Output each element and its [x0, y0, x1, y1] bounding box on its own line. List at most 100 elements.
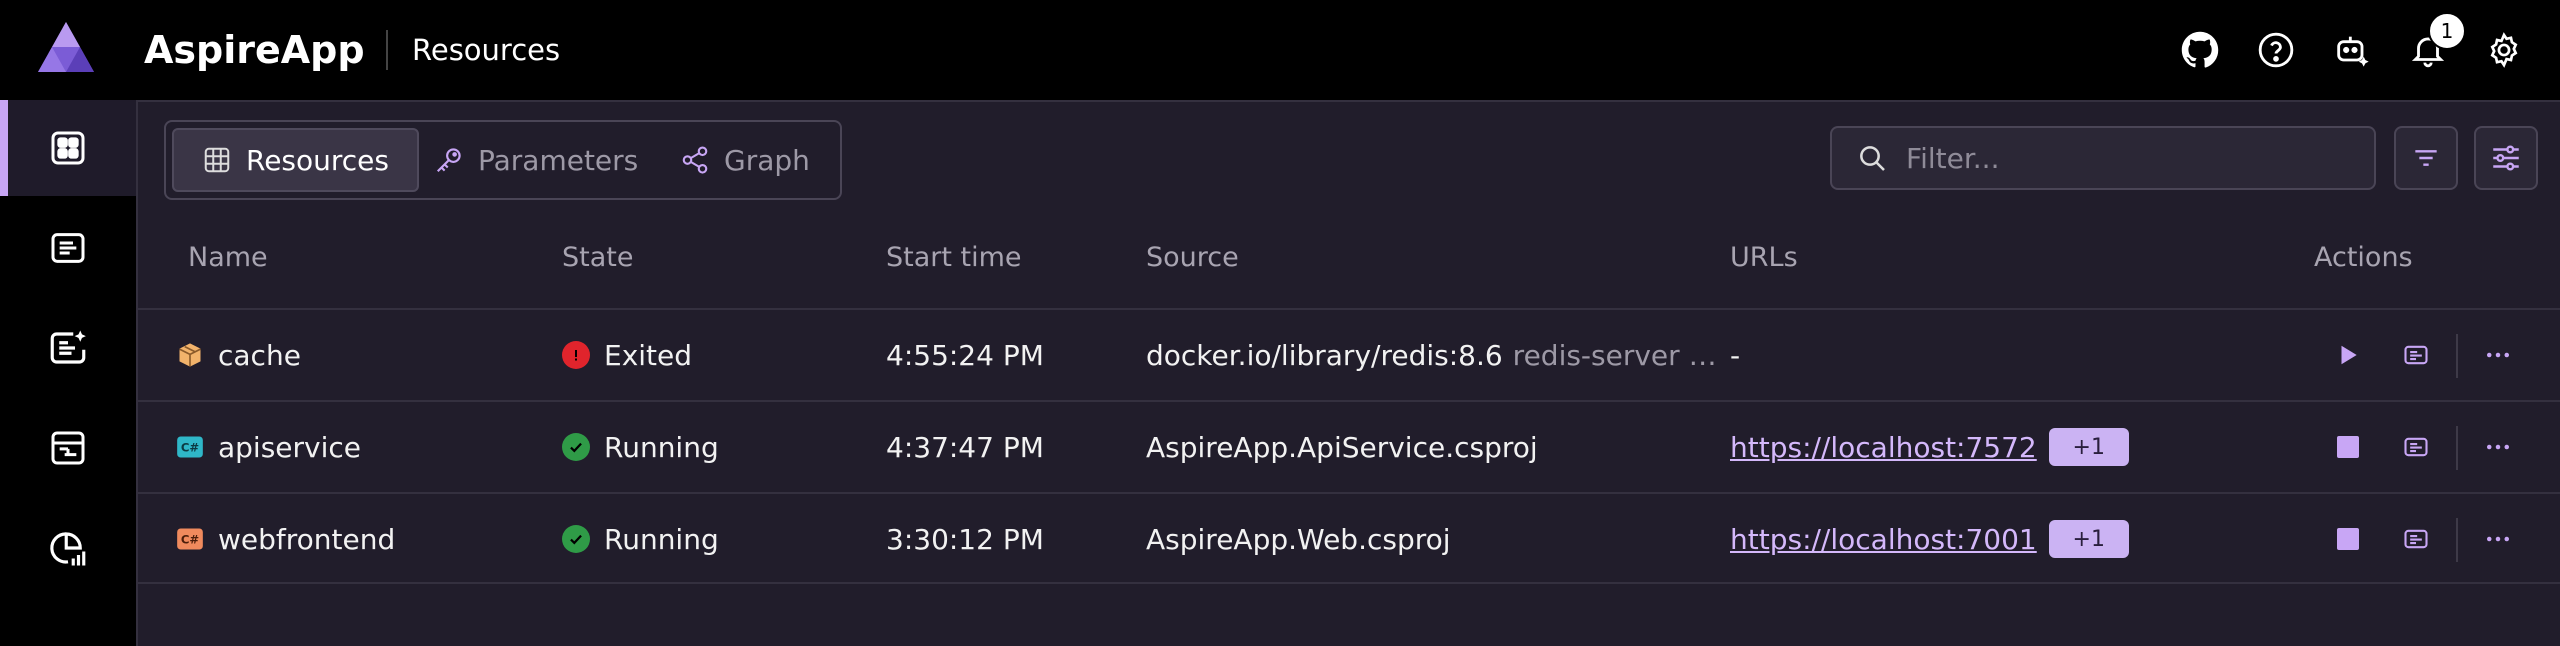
filter-box [1830, 126, 2376, 190]
state-cell: Running [562, 402, 719, 492]
tab-label: Resources [246, 143, 389, 177]
stop-icon [2337, 436, 2359, 458]
urls-cell: https://localhost:7572 +1 [1730, 402, 2129, 492]
console-logs-button[interactable] [2394, 310, 2438, 400]
console-logs-button[interactable] [2394, 494, 2438, 584]
sidebar [0, 100, 136, 646]
svg-text:C#: C# [181, 533, 199, 547]
csharp-project-icon: C# [177, 436, 203, 458]
ellipsis-icon [2487, 444, 2509, 450]
resource-name[interactable]: apiservice [218, 431, 361, 464]
app-title[interactable]: AspireApp [144, 24, 365, 76]
help-icon[interactable] [2254, 28, 2298, 72]
resource-name-cell: C# apiservice [176, 402, 361, 492]
table-row[interactable]: cache Exited 4:55:24 PM docker.io/librar… [138, 308, 2560, 400]
source-text: docker.io/library/redis:8.6 [1146, 338, 1503, 372]
app-header: AspireApp Resources 1 [0, 0, 2560, 100]
tab-parameters[interactable]: Parameters [406, 128, 666, 192]
resources-panel: Resources Parameters Graph Name State St… [136, 100, 2560, 646]
state-cell: Running [562, 494, 719, 584]
sidebar-item-metrics[interactable] [0, 500, 136, 596]
source-cell: docker.io/library/redis:8.6 redis-server… [1146, 310, 1717, 400]
console-logs-icon [2404, 345, 2428, 365]
action-divider [2456, 518, 2458, 562]
source-cell: AspireApp.ApiService.csproj [1146, 402, 1538, 492]
table-row[interactable]: C# apiservice Running 4:37:47 PM AspireA… [138, 400, 2560, 492]
check-icon [562, 433, 590, 461]
error-icon [562, 341, 590, 369]
copilot-icon[interactable] [2330, 28, 2374, 72]
settings-button[interactable] [2474, 126, 2538, 190]
source-text: AspireApp.ApiService.csproj [1146, 430, 1538, 464]
start-time-cell: 3:30:12 PM [886, 522, 1044, 556]
key-icon [436, 148, 461, 173]
tab-label: Parameters [478, 143, 639, 177]
source-args: redis-server … [1512, 338, 1717, 372]
state-text: Exited [604, 338, 693, 372]
check-icon [562, 525, 590, 553]
header-source[interactable]: Source [1146, 242, 1239, 273]
resource-name[interactable]: cache [218, 339, 301, 372]
github-icon[interactable] [2178, 28, 2222, 72]
header-name[interactable]: Name [188, 242, 268, 273]
endpoint-link[interactable]: https://localhost:7572 [1730, 431, 2037, 464]
sidebar-item-resources[interactable] [0, 100, 136, 196]
play-icon [2341, 345, 2357, 365]
notification-badge: 1 [2428, 12, 2466, 50]
urls-cell: https://localhost:7001 +1 [1730, 494, 2129, 584]
resource-name[interactable]: webfrontend [218, 523, 395, 556]
resources-grid-icon [51, 131, 85, 165]
stop-button[interactable] [2326, 494, 2370, 584]
filter-lines-icon [2415, 150, 2437, 166]
header-state[interactable]: State [562, 242, 633, 273]
header-urls[interactable]: URLs [1730, 242, 1798, 273]
start-time-cell: 4:55:24 PM [886, 338, 1044, 372]
sidebar-item-console[interactable] [0, 200, 136, 296]
more-urls-badge[interactable]: +1 [2048, 520, 2129, 558]
sidebar-item-structured[interactable] [0, 300, 136, 396]
ellipsis-icon [2487, 536, 2509, 542]
svg-text:C#: C# [181, 441, 199, 455]
container-icon [179, 343, 201, 367]
state-cell: Exited [562, 310, 692, 400]
column-filter-button[interactable] [2394, 126, 2458, 190]
tab-resources[interactable]: Resources [172, 128, 419, 192]
search-icon [1860, 146, 1885, 171]
stop-icon [2337, 528, 2359, 550]
filter-input[interactable] [1906, 141, 2366, 175]
state-text: Running [604, 522, 719, 556]
resource-name-cell: cache [176, 310, 301, 400]
grid-icon [204, 147, 230, 173]
urls-cell: - [1730, 338, 1741, 372]
more-urls-badge[interactable]: +1 [2048, 428, 2129, 466]
page-title: Resources [412, 33, 561, 67]
console-logs-icon [2404, 529, 2428, 549]
resource-name-cell: C# webfrontend [176, 494, 395, 584]
sidebar-item-traces[interactable] [0, 400, 136, 496]
more-actions-button[interactable] [2476, 310, 2520, 400]
console-logs-icon [2404, 437, 2428, 457]
action-divider [2456, 426, 2458, 470]
gear-icon[interactable] [2482, 28, 2526, 72]
more-actions-button[interactable] [2476, 494, 2520, 584]
metrics-icon [50, 532, 86, 566]
ellipsis-icon [2487, 352, 2509, 358]
view-tabs: Resources Parameters Graph [164, 120, 842, 200]
sliders-icon [2493, 145, 2519, 171]
table-row[interactable]: C# webfrontend Running 3:30:12 PM Aspire… [138, 492, 2560, 584]
aspire-logo-icon[interactable] [36, 20, 96, 76]
more-actions-button[interactable] [2476, 402, 2520, 492]
csharp-project-icon: C# [177, 528, 203, 550]
tab-graph[interactable]: Graph [652, 128, 838, 192]
endpoint-link[interactable]: https://localhost:7001 [1730, 523, 2037, 556]
traces-icon [51, 431, 85, 465]
header-start-time[interactable]: Start time [886, 242, 1022, 273]
stop-button[interactable] [2326, 402, 2370, 492]
console-logs-button[interactable] [2394, 402, 2438, 492]
header-divider [386, 30, 388, 70]
start-button[interactable] [2326, 310, 2370, 400]
source-cell: AspireApp.Web.csproj [1146, 494, 1451, 584]
console-logs-icon [51, 233, 85, 263]
action-divider [2456, 334, 2458, 378]
share-icon [682, 146, 708, 174]
